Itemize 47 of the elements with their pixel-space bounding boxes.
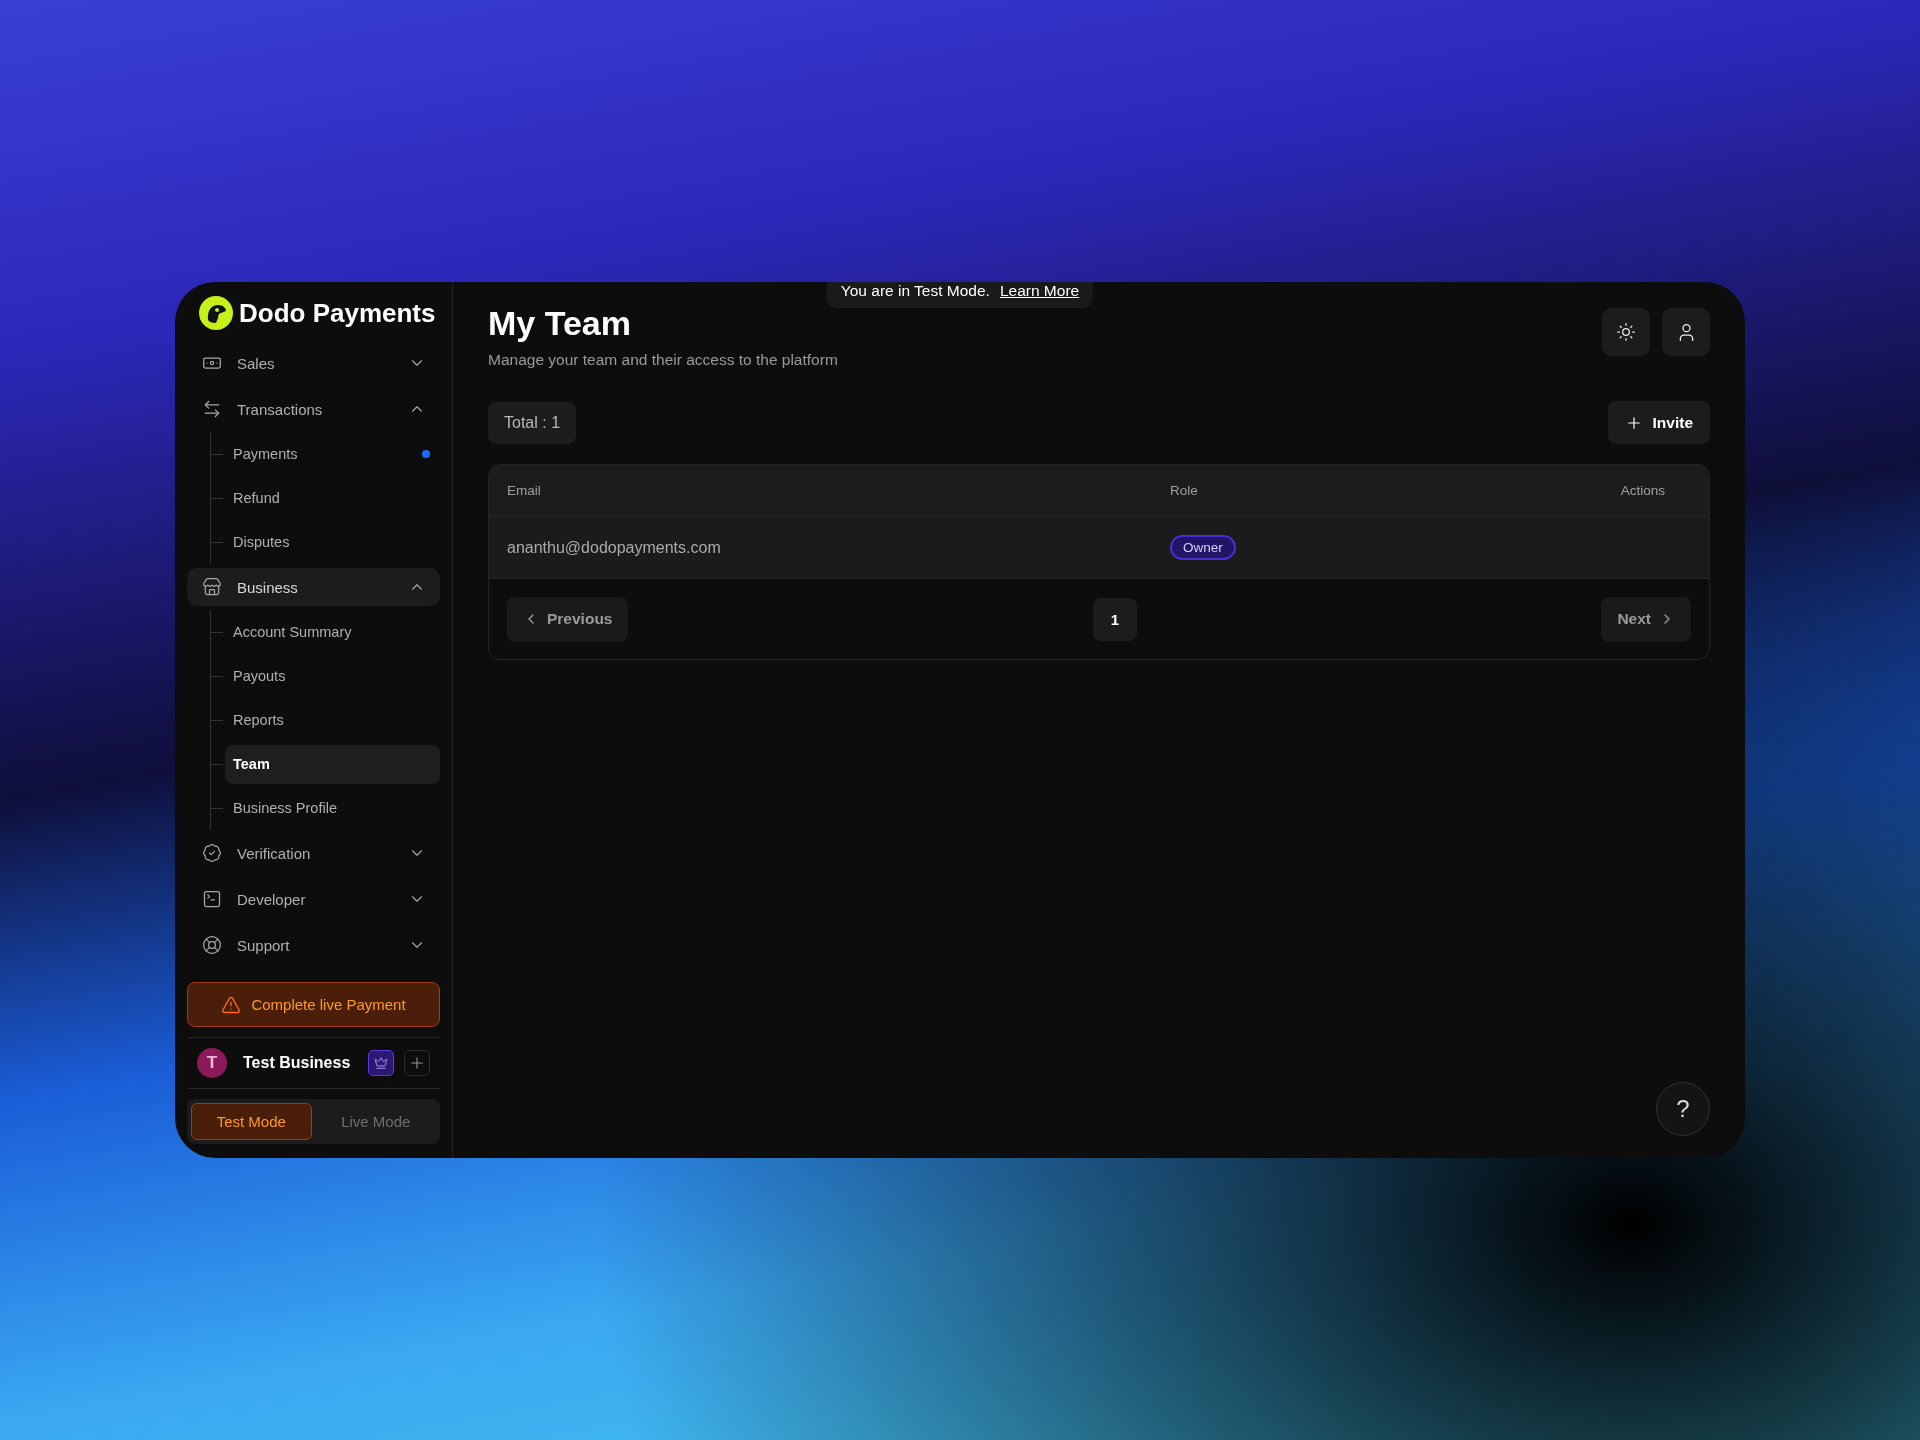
badge-check-icon — [201, 842, 223, 864]
nav-item[interactable]: Support — [187, 926, 440, 964]
role-tag: Owner — [1170, 535, 1236, 560]
brand-name: Dodo Payments — [239, 297, 436, 329]
invite-button[interactable]: Invite — [1607, 401, 1710, 444]
add-button[interactable] — [404, 1050, 430, 1076]
crown-button[interactable] — [368, 1050, 394, 1076]
store-icon — [201, 576, 223, 598]
learn-more-link[interactable]: Learn More — [999, 282, 1080, 300]
column-header: Email — [507, 483, 542, 498]
plus-icon — [408, 1054, 426, 1072]
complete-payment-button[interactable]: Complete live Payment — [187, 982, 440, 1027]
nav-subitem[interactable]: Team — [225, 744, 440, 784]
nav-subitem[interactable]: Disputes — [225, 522, 440, 562]
nav-item[interactable]: Developer — [187, 880, 440, 918]
mode-tab[interactable]: Test Mode — [191, 1103, 312, 1140]
nav-subitem[interactable]: Refund — [225, 478, 440, 518]
total-count: Total : 1 — [488, 401, 577, 444]
theme-toggle-button[interactable] — [1602, 308, 1650, 356]
nav-item[interactable]: Sales — [187, 344, 440, 382]
previous-button[interactable]: Previous — [507, 596, 629, 642]
sun-icon — [1616, 322, 1636, 342]
nav-item[interactable]: Transactions — [187, 390, 440, 428]
nav-subitem[interactable]: Payments — [225, 434, 440, 474]
column-header: Actions — [1619, 483, 1666, 498]
column-header: Role — [1170, 483, 1199, 498]
nav-subitem[interactable]: Business Profile — [225, 788, 440, 828]
lifebuoy-icon — [201, 934, 223, 956]
next-button[interactable]: Next — [1601, 596, 1691, 642]
bird-logo-icon — [199, 296, 233, 330]
page-number[interactable]: 1 — [1092, 597, 1137, 641]
nav-subitem[interactable]: Payouts — [225, 656, 440, 696]
warning-icon — [221, 994, 242, 1015]
business-avatar: T — [197, 1048, 227, 1078]
terminal-icon — [201, 888, 223, 910]
nav-subitem[interactable]: Reports — [225, 700, 440, 740]
nav-item[interactable]: Verification — [187, 834, 440, 872]
help-button[interactable]: ? — [1656, 1082, 1710, 1136]
nav-item[interactable]: Business — [187, 568, 440, 606]
email-cell-text: ananthu@dodopayments.com — [507, 538, 722, 557]
banner-text: You are in Test Mode. — [840, 282, 990, 300]
page-subtitle: Manage your team and their access to the platform — [488, 351, 838, 369]
business-name: Test Business — [243, 1054, 352, 1072]
nav-subitem[interactable]: Account Summary — [225, 612, 440, 652]
profile-button[interactable] — [1662, 308, 1710, 356]
page-title: My Team — [488, 304, 632, 343]
crown-icon — [374, 1056, 388, 1070]
